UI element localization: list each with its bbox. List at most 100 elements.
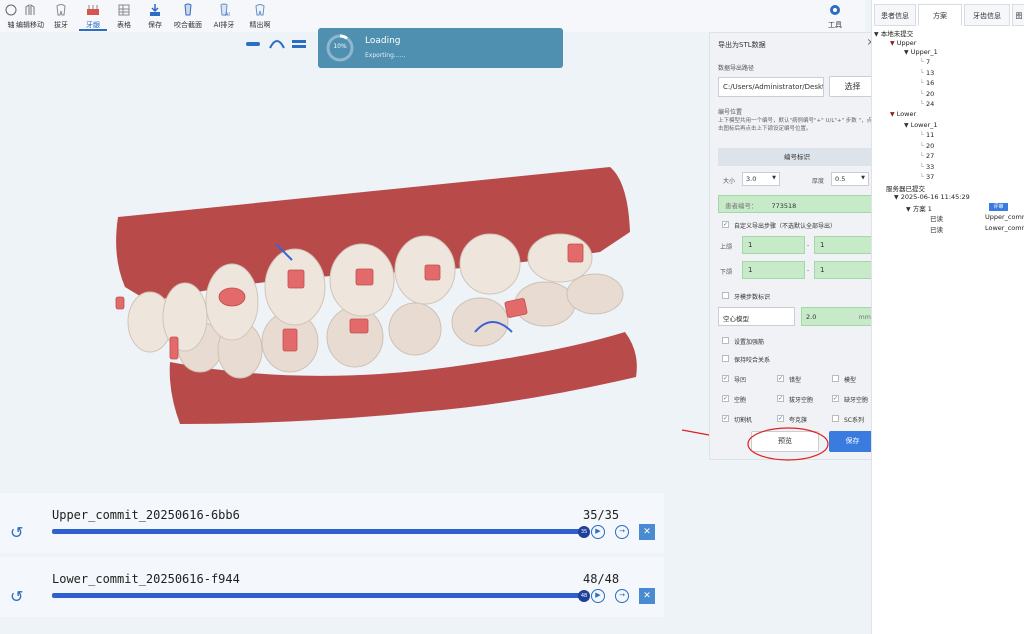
toolbar-ai-arrange[interactable]: AI AI排牙 [207,0,241,32]
option-checkbox[interactable] [832,415,839,422]
patient-number-field[interactable]: 患者编号： 773518 [718,195,876,213]
tree-upper-1[interactable]: ▼ Upper_1 [904,48,938,56]
progress-knob[interactable]: 35 [578,526,590,538]
progress-count: 48/48 [583,572,620,586]
view-mode-icons[interactable] [246,40,306,49]
review-badge[interactable]: 评审 [989,203,1008,211]
close-icon[interactable]: ✕ [639,524,655,540]
play-icon[interactable]: ▶ [591,525,605,539]
tree-step[interactable]: └ 33 [920,163,934,171]
tab-patient-info[interactable]: 患者信息 [874,4,916,26]
tree-step-label: 27 [925,152,935,160]
toolbar-edit-move[interactable]: 编辑移动 [12,0,48,32]
next-icon[interactable]: → [615,589,629,603]
tree-label: Upper [896,39,917,47]
reset-icon[interactable]: ↺ [10,589,28,607]
tree-step-label: 24 [925,100,935,108]
size-select[interactable]: 3.0 ▼ [742,172,780,186]
occlusal-section-icon [184,3,192,16]
reset-icon[interactable]: ↺ [10,525,28,543]
path-input[interactable]: C:/Users/Administrator/Deskto [718,77,824,97]
tree-step[interactable]: └ 24 [920,100,934,108]
tab-plan[interactable]: 方案 [918,4,962,26]
save-button[interactable]: 保存 [829,431,876,452]
tooth-export-icon [255,4,265,16]
option-checkbox[interactable]: ✓ [777,395,784,402]
progress-knob[interactable]: 48 [578,590,590,602]
play-icon[interactable]: ▶ [591,589,605,603]
tree-step-label: 13 [925,68,935,77]
tree-step[interactable]: └ 13 [920,69,934,77]
tree-read-2: 已读 [930,226,943,234]
toolbar-occlusal-section[interactable]: 咬合截面 [170,0,206,32]
toolbar-label: 保存 [148,21,162,29]
tree-step[interactable]: └ 16 [920,79,934,87]
progress-track[interactable] [52,529,584,534]
tab-more[interactable]: 图 [1012,4,1024,26]
lower-from-input[interactable]: 1 [742,261,805,279]
right-sidebar: 患者信息 方案 牙齿信息 图 ▼ 本地未提交 ▼ Upper ▼ Upper_1… [871,0,1024,634]
upper-to-input[interactable]: 1 [814,236,876,254]
toolbar-table[interactable]: 表格 [107,0,141,32]
view-arch-icon[interactable] [269,40,285,49]
tree-step[interactable]: └ 27 [920,152,934,160]
step-mark-checkbox[interactable] [722,292,729,299]
table-icon [118,4,130,16]
toolbar-export[interactable]: 精出啊 [243,0,277,32]
option-checkbox[interactable]: ✓ [832,395,839,402]
tree-upper[interactable]: ▼ Upper [890,39,916,47]
toolbar-tools[interactable]: 工具 [818,0,852,32]
progress-name: Lower_commit_20250616-f944 [52,572,240,586]
keep-occlusion-checkbox[interactable] [722,355,729,362]
tree-file-upper[interactable]: Upper_commi [985,213,1024,221]
option-label: SC系列 [844,417,864,424]
loading-percent: 10% [333,43,347,50]
tree-plan-1[interactable]: ▼ 方案 1 [906,203,932,213]
toolbar-label: 工具 [828,21,842,29]
lower-range-dash: - [807,267,810,274]
loading-title: Loading [365,36,401,46]
tree-local-uncommitted[interactable]: ▼ 本地未提交 [874,28,913,38]
tree-step[interactable]: └ 11 [920,131,934,139]
tree-lower[interactable]: ▼ Lower [890,110,916,118]
tree-lower-1[interactable]: ▼ Lower_1 [904,121,938,129]
toolbar-gingiva[interactable]: 牙龈 [76,0,110,32]
tree-label: Upper_1 [910,48,938,56]
option-checkbox[interactable]: ✓ [722,415,729,422]
tree-step[interactable]: └ 7 [920,58,930,66]
view-front-icon[interactable] [246,42,260,46]
toolbar-extract[interactable]: 拔牙 [44,0,78,32]
path-label: 数据导出路径 [718,65,755,72]
tree-step[interactable]: └ 37 [920,173,934,181]
option-checkbox[interactable]: ✓ [777,415,784,422]
close-icon[interactable]: ✕ [639,588,655,604]
toolbar-save[interactable]: 保存 [138,0,172,32]
tree-commit-time[interactable]: ▼ 2025-06-16 11:45:29 [894,193,970,201]
lower-to-input[interactable]: 1 [814,261,876,279]
tree-step[interactable]: └ 20 [920,90,934,98]
hollow-model-field[interactable]: 空心模型 [718,307,795,326]
gear-icon [830,5,840,15]
tree-server-committed[interactable]: 服务器已提交 [886,183,925,193]
view-side-icon[interactable] [292,40,306,48]
patient-number-label: 患者编号： [725,202,758,210]
tree-step[interactable]: └ 20 [920,142,934,150]
select-path-button[interactable]: 选择 [829,76,876,97]
option-checkbox[interactable] [832,375,839,382]
hollow-thickness-input[interactable]: 2.0 mm [801,307,876,326]
custom-steps-label: 自定义导出步骤（不选默认全部导出） [734,223,837,230]
tree-file-lower[interactable]: Lower_commi [985,224,1024,232]
collapse-arrow-icon: ▼ [904,122,909,129]
option-checkbox[interactable]: ✓ [777,375,784,382]
next-icon[interactable]: → [615,525,629,539]
tab-tooth-info[interactable]: 牙齿信息 [964,4,1010,26]
thickness-select[interactable]: 0.5 ▼ [831,172,869,186]
progress-track[interactable] [52,593,584,598]
option-checkbox[interactable]: ✓ [722,375,729,382]
upper-from-input[interactable]: 1 [742,236,805,254]
save-icon [150,4,160,16]
keep-occlusion-label: 保持咬合关系 [734,357,771,364]
option-checkbox[interactable]: ✓ [722,395,729,402]
custom-steps-checkbox[interactable]: ✓ [722,221,729,228]
reinforce-checkbox[interactable] [722,337,729,344]
